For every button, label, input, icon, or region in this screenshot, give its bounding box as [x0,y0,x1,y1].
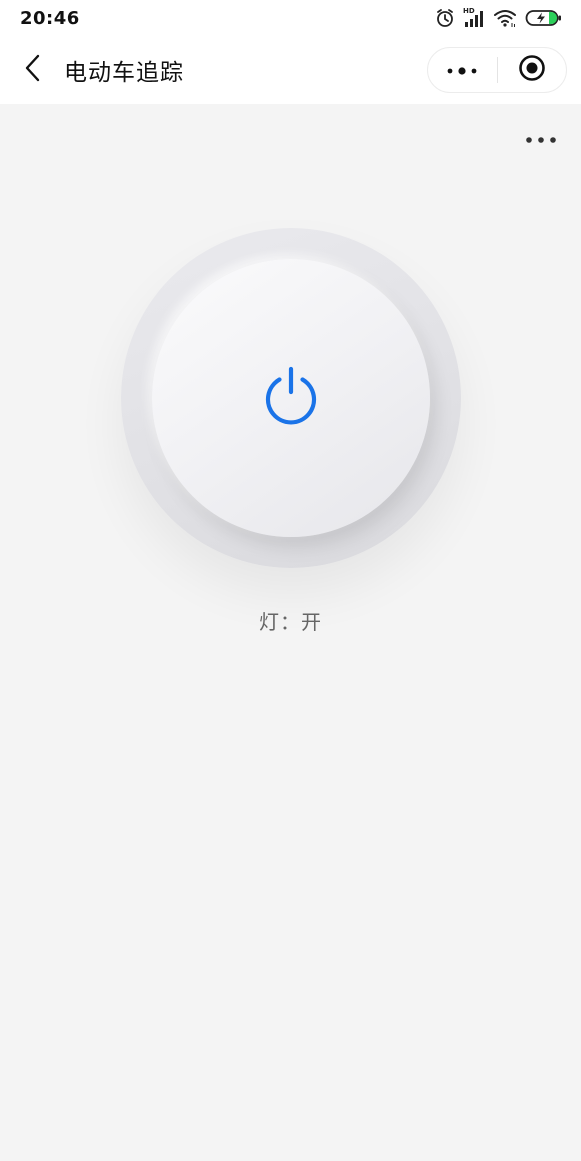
back-button[interactable] [8,36,58,104]
alarm-icon [435,8,455,28]
battery-charging-icon [525,8,563,28]
signal-hd-icon: HD [463,7,485,28]
capsule-close-button[interactable] [498,48,567,92]
power-icon [260,365,322,431]
mini-program-capsule [427,47,567,93]
navigation-bar: 电动车追踪 [0,36,581,104]
target-circle-icon [518,54,546,86]
power-control-ring [121,228,461,568]
wifi-icon [493,8,517,28]
more-dots-icon [446,61,478,80]
power-button[interactable] [152,259,430,537]
more-horizontal-icon [525,129,557,148]
light-status-label: 灯：开 [259,610,322,634]
chevron-left-icon [24,53,42,87]
page-more-button[interactable] [523,126,559,150]
page-title: 电动车追踪 [64,60,184,86]
status-bar: 20:46 HD [0,0,581,36]
status-icons: HD [435,7,563,28]
app-screen: 20:46 HD 电动车追踪 灯：开 [0,0,581,1161]
capsule-more-button[interactable] [428,48,497,92]
status-time: 20:46 [20,7,80,29]
